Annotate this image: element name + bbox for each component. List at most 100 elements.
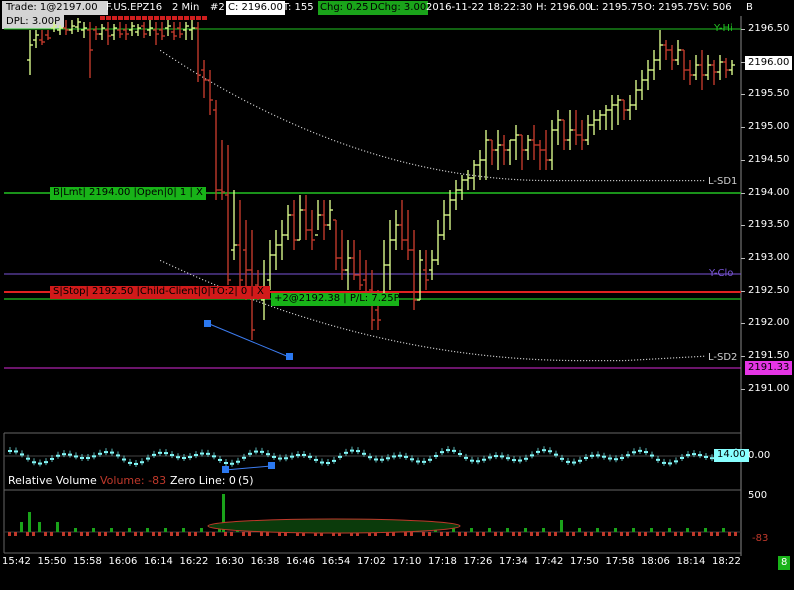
price-bar [525, 135, 531, 160]
sd-dot [655, 180, 657, 182]
sd-dot [493, 177, 495, 179]
sd-dot [220, 86, 222, 89]
volume-bar [266, 532, 269, 536]
sd-dot [571, 180, 573, 182]
price-axis-label: 2193.50 [748, 219, 790, 231]
volume-bar [110, 528, 113, 532]
price-bar [711, 60, 717, 85]
sd-dot [664, 357, 666, 360]
time-axis-label: 17:02 [357, 556, 386, 567]
sd-dot [286, 120, 288, 122]
sd-dot [406, 342, 408, 345]
sd-dot [691, 356, 693, 358]
sd-dot [601, 180, 603, 182]
volume-bar [710, 532, 713, 536]
sd-dot [250, 103, 252, 105]
time-axis-label: 15:58 [73, 556, 102, 567]
price-bar [153, 22, 159, 45]
sd-dot [208, 281, 210, 283]
volume-bar [446, 532, 449, 536]
sd-dot [571, 359, 573, 362]
sd-dot [424, 166, 426, 168]
position-order[interactable]: +2@2192.38 | P/L: 7.25P [271, 293, 400, 306]
sd-dot [313, 319, 315, 321]
sd-dot [589, 360, 591, 362]
sd-dot [178, 61, 180, 63]
price-bar [273, 230, 279, 270]
sd-dot [385, 156, 387, 158]
price-axis-label: 2192.00 [748, 317, 790, 329]
sd-dot [676, 180, 678, 182]
sd-dot [523, 179, 525, 181]
volume-bar [422, 532, 425, 536]
sd-dot [484, 354, 486, 356]
buy-limit-order[interactable]: B|Lmt| 2194.00 |Open|0| 1 | X [50, 187, 206, 200]
top-marker [172, 16, 177, 20]
sd-dot [520, 179, 522, 181]
volume-bar [734, 532, 737, 536]
sd-dot [673, 180, 675, 182]
sd-dot [358, 332, 360, 334]
sd-dot [322, 322, 324, 324]
price-bar [459, 175, 465, 200]
sd-dot [529, 179, 531, 181]
price-bar [621, 99, 627, 120]
sd-dot [181, 63, 183, 65]
volume-bar [56, 522, 59, 532]
sd-dot [694, 356, 696, 358]
sd-dot [409, 343, 411, 345]
sd-dot [280, 117, 282, 119]
time-axis-label: 16:54 [321, 556, 351, 567]
delta-current-value: 14.00 [714, 449, 749, 462]
sd-dot [697, 355, 699, 358]
time-axis-label: 17:42 [534, 556, 564, 567]
sd-dot [292, 123, 294, 125]
volume-bar [44, 532, 47, 536]
volume-bar [650, 528, 653, 532]
volume-bar [692, 532, 695, 536]
sd-dot [166, 53, 168, 56]
sd-dot [400, 341, 402, 343]
sell-stop-order[interactable]: S|Stop| 2192.50 |Child-Client|0|TO:2| 0 … [50, 286, 270, 299]
price-bar [99, 24, 105, 40]
sd-dot [304, 128, 306, 130]
l-sd2-label: L-SD2 [708, 352, 738, 363]
price-axis-label: 2194.50 [748, 153, 790, 165]
sd-dot [274, 306, 276, 309]
price-bar [105, 22, 111, 45]
price-bar [33, 30, 39, 48]
price-bar [501, 135, 507, 165]
sd-dot [643, 180, 645, 182]
time-axis-label: 18:06 [641, 556, 670, 567]
sd-dot [298, 125, 300, 127]
sd-dot [607, 360, 609, 362]
sd-dot [652, 180, 654, 182]
time-axis-label: 17:34 [499, 556, 528, 567]
sd-dot [253, 299, 255, 301]
sd-dot [349, 329, 351, 331]
price-bar [207, 70, 213, 115]
price-bar [183, 22, 189, 40]
price-bar [135, 24, 141, 36]
sd-dot [508, 357, 510, 359]
volume-bar [62, 532, 65, 536]
corner-badge: 8 [778, 556, 791, 570]
volume-axis-value: -83 [752, 533, 769, 544]
price-bar [159, 22, 165, 40]
sd-dot [544, 359, 546, 361]
sd-dot [439, 348, 441, 350]
sd-dot [343, 328, 345, 330]
price-bar [549, 120, 555, 170]
volume-bar [512, 532, 515, 536]
sd-dot [205, 78, 207, 80]
sd-dot [541, 359, 543, 361]
sd-dot [673, 357, 675, 359]
sd-dot [196, 72, 198, 75]
sd-dot [397, 341, 399, 343]
sd-dot [445, 349, 447, 351]
top-marker [124, 16, 129, 20]
sd-dot [667, 357, 669, 359]
sd-dot [667, 180, 669, 182]
volume-bar [554, 532, 557, 536]
volume-bar [608, 532, 611, 536]
